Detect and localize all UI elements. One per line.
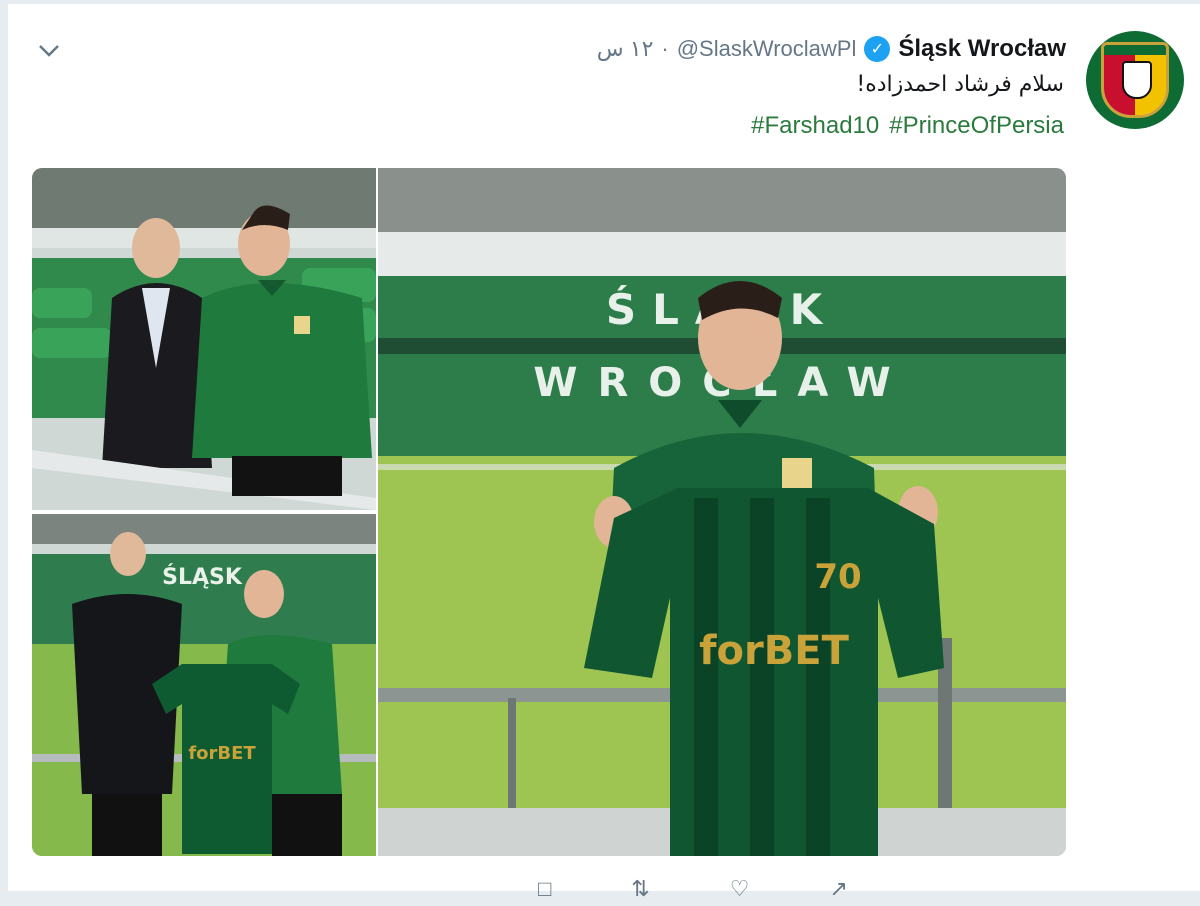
hashtags: #Farshad10 #PrinceOfPersia [751,112,1064,140]
chevron-down-icon[interactable] [36,38,62,64]
tweet-card: ۱۲ س · @SlaskWroclawPl ✓ Śląsk Wrocław س… [8,0,1200,901]
display-name[interactable]: Śląsk Wrocław [898,35,1066,63]
reply-icon[interactable]: □ [538,876,551,906]
stadium-sign-top: ŚLĄSK [162,564,243,590]
signing-photo-handshake[interactable]: ŚLĄSK forBET [32,514,376,856]
tweet-actions: □ ⇅ ♡ ↗ [538,876,1078,906]
verified-badge-icon: ✓ [864,36,891,62]
signing-photo-seated[interactable] [32,168,376,510]
separator-dot: · [661,36,669,61]
club-crest-icon [1101,42,1169,118]
avatar[interactable] [1086,31,1184,129]
retweet-icon[interactable]: ⇅ [631,876,649,906]
signing-photo-jersey[interactable]: ŚLĄSK WROCŁAW [378,168,1066,856]
tweet-text: سلام فرشاد احمدزاده! [856,72,1064,97]
tweet-time[interactable]: ۱۲ س [597,36,654,62]
jersey-sponsor: forBET [699,628,849,674]
hashtag-link[interactable]: #Farshad10 [751,112,879,140]
hashtag-link[interactable]: #PrinceOfPersia [889,112,1064,140]
jersey-anniversary-number: 70 [814,557,861,597]
share-icon[interactable]: ↗ [829,876,847,906]
media-grid: ŚLĄSK forBET forBET 70 [32,168,1066,856]
tweet-header: ۱۲ س · @SlaskWroclawPl ✓ Śląsk Wrocław [597,32,1066,66]
jersey-sponsor: forBET [188,743,256,764]
like-icon[interactable]: ♡ [730,876,750,906]
user-handle[interactable]: @SlaskWroclawPl [677,36,857,62]
